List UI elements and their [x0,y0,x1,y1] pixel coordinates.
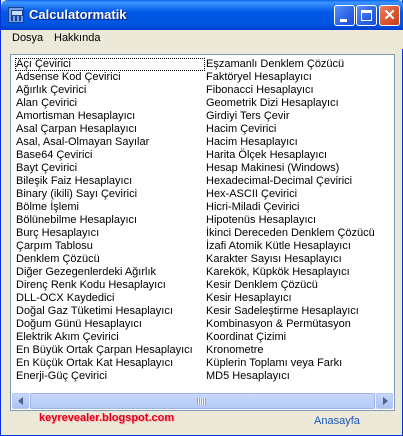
list-item[interactable]: Girdiyi Ters Çevir [205,110,395,123]
list-item[interactable]: Hacim Çevirici [205,123,395,136]
list-item[interactable]: Koordinat Çizimi [205,331,395,344]
list-item[interactable]: Bölünebilme Hesaplayıcı [15,214,205,227]
list-item[interactable]: Karekök, Küpkök Hesaplayıcı [205,266,395,279]
list-item[interactable]: Denklem Çözücü [15,253,205,266]
home-link[interactable]: Anasayfa [314,415,360,427]
menu-bar: Dosya Hakkında [2,30,403,49]
list-item[interactable]: Hacim Hesaplayıcı [205,136,395,149]
close-icon: ✕ [383,7,396,24]
list-item[interactable]: Enerji-Güç Çevirici [15,370,205,383]
blog-link[interactable]: keyrevealer.blogspot.com [39,412,174,424]
minimize-button[interactable] [334,5,355,26]
list-item[interactable]: Elektrik Akım Çevirici [15,331,205,344]
list-item[interactable]: Kesir Denklem Çözücü [205,279,395,292]
list-item[interactable]: Kesir Hesaplayıcı [205,292,395,305]
list-item[interactable]: İzafi Atomik Kütle Hesaplayıcı [205,240,395,253]
list-item[interactable]: DLL-OCX Kaydedici [15,292,205,305]
list-item[interactable]: Bölme İşlemi [15,201,205,214]
horizontal-scrollbar[interactable] [12,393,393,409]
list-item[interactable]: Karakter Sayısı Hesaplayıcı [205,253,395,266]
list-item[interactable]: Harita Ölçek Hesaplayıcı [205,149,395,162]
minimize-icon [340,19,347,22]
list-item[interactable]: Hicri-Miladi Çevirici [205,201,395,214]
grip-icon [197,398,206,405]
list-item[interactable]: Alan Çevirici [15,97,205,110]
list-item[interactable]: Adsense Kod Çevirici [15,71,205,84]
list-item[interactable]: Binary (ikili) Sayı Çevirici [15,188,205,201]
scroll-left-button[interactable] [12,393,29,409]
list-item[interactable]: Hexadecimal-Decimal Çevirici [205,175,395,188]
list-item[interactable]: Kronometre [205,344,395,357]
list-item[interactable]: Geometrik Dizi Hesaplayıcı [205,97,395,110]
list-item[interactable]: Ağırlık Çevirici [15,84,205,97]
scroll-right-button[interactable] [376,393,393,409]
list-item[interactable]: En Büyük Ortak Çarpan Hesaplayıcı [15,344,205,357]
maximize-icon [361,10,372,21]
list-item[interactable]: Diğer Gezegenlerdeki Ağırlık [15,266,205,279]
list-item[interactable]: Hesap Makinesi (Windows) [205,162,395,175]
menu-dosya[interactable]: Dosya [10,32,45,44]
menu-hakkinda[interactable]: Hakkında [52,32,102,44]
list-item[interactable]: Doğum Günü Hesaplayıcı [15,318,205,331]
list-item[interactable]: Kesir Sadeleştirme Hesaplayıcı [205,305,395,318]
maximize-button[interactable] [356,5,377,26]
list-item[interactable]: Base64 Çevirici [15,149,205,162]
calculator-list[interactable]: Açı Çevirici Adsense Kod Çevirici Ağırlık … [10,54,395,411]
close-button[interactable]: ✕ [379,5,400,26]
list-item[interactable]: İkinci Dereceden Denklem Çözücü [205,227,395,240]
list-item[interactable]: MD5 Hesaplayıcı [205,370,395,383]
list-item[interactable]: Bileşik Faiz Hesaplayıcı [15,175,205,188]
list-item[interactable]: Hex-ASCII Çevirici [205,188,395,201]
list-item[interactable]: Çarpım Tablosu [15,240,205,253]
list-item[interactable]: Bayt Çevirici [15,162,205,175]
list-column-right: Eşzamanlı Denklem Çözücü Faktöryel Hesapl… [205,58,395,383]
list-item[interactable]: Fibonacci Hesaplayıcı [205,84,395,97]
title-bar[interactable]: Calculatormatik ✕ [1,0,403,30]
arrow-left-icon [18,397,23,405]
list-item[interactable]: En Küçük Ortak Kat Hesaplayıcı [15,357,205,370]
window-title: Calculatormatik [29,7,127,22]
list-item[interactable]: Küplerin Toplamı veya Farkı [205,357,395,370]
list-item[interactable]: Kombinasyon & Permütasyon [205,318,395,331]
list-item[interactable]: Faktöryel Hesaplayıcı [205,71,395,84]
list-column-left: Açı Çevirici Adsense Kod Çevirici Ağırlık … [15,58,205,383]
app-window: Calculatormatik ✕ Dosya Hakkında Açı Çev… [0,0,403,436]
list-item[interactable]: Burç Hesaplayıcı [15,227,205,240]
list-item[interactable]: Doğal Gaz Tüketimi Hesaplayıcı [15,305,205,318]
list-item[interactable]: Asal Çarpan Hesaplayıcı [15,123,205,136]
list-item[interactable]: Asal, Asal-Olmayan Sayılar [15,136,205,149]
list-item[interactable]: Direnç Renk Kodu Hesaplayıcı [15,279,205,292]
list-item[interactable]: Açı Çevirici [15,58,205,71]
list-item[interactable]: Hipotenüs Hesaplayıcı [205,214,395,227]
list-item[interactable]: Eşzamanlı Denklem Çözücü [205,58,395,71]
arrow-right-icon [383,397,388,405]
list-item[interactable]: Amortisman Hesaplayıcı [15,110,205,123]
calculator-icon[interactable] [8,7,24,23]
scrollbar-thumb[interactable] [30,393,375,409]
